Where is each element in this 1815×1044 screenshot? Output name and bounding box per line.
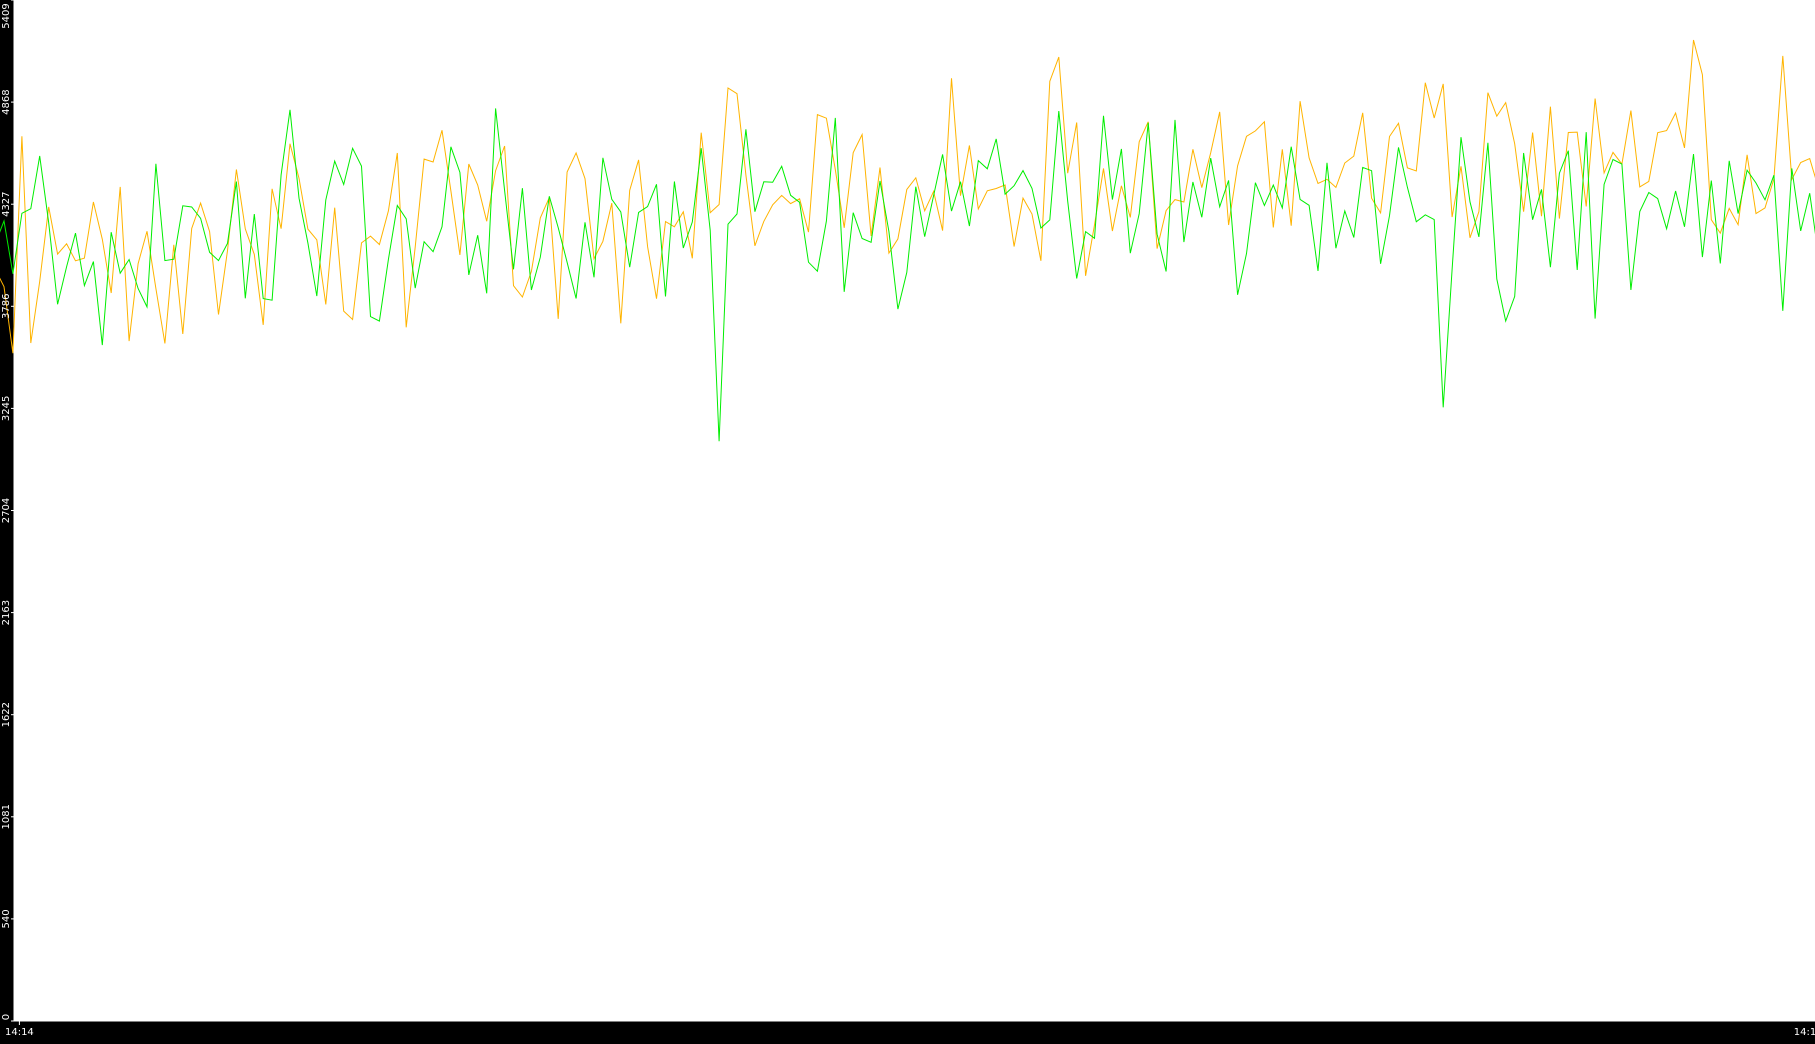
chart: 0 540 1081 1622 2163 2704 3245 3786 4327 4868 5409… [0,0,1815,1039]
y-tick-label: 2704 [1,498,12,523]
y-tick-label: 1081 [1,804,12,829]
y-axis-ticks: 0 540 1081 1622 2163 2704 3245 3786 4327 4868 5409 [1,0,14,1022]
y-tick-label: 5409 [1,3,12,28]
y-tick-label: 2163 [1,600,12,625]
x-tick-label: 14:1 [1794,1027,1815,1038]
y-tick-label: 1622 [1,702,12,727]
y-tick-label: 540 [1,909,12,928]
y-tick-label: 4868 [1,89,12,114]
line-chart: 0 540 1081 1622 2163 2704 3245 3786 4327 4868 5409… [0,0,1815,1038]
x-tick-label: 14:14 [5,1027,34,1038]
y-tick-label: 4327 [1,191,12,216]
y-tick-label: 3245 [1,396,12,421]
y-tick-label: 0 [1,1014,12,1020]
x-axis-ticks: 14:0114:0214:0314:0414:0514:0614:0714:08… [5,1021,1815,1038]
y-tick-label: 3786 [1,294,12,319]
